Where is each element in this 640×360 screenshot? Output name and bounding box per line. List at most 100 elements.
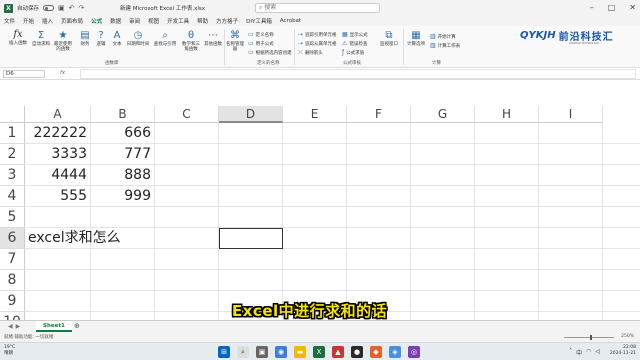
cell-b4[interactable]: 999 bbox=[91, 186, 151, 207]
start-icon[interactable]: ⊞ bbox=[218, 346, 230, 358]
calculate-now-button[interactable]: ▥ 开始计算 bbox=[430, 33, 456, 40]
sheet-nav-arrows-icon[interactable]: ◀▶ bbox=[8, 323, 23, 330]
error-checking-button[interactable]: ⚠ 错误检查 bbox=[342, 40, 367, 47]
redo-icon[interactable]: ↷ bbox=[79, 4, 85, 12]
show-formulas-button[interactable]: ▦ 显示公式 bbox=[342, 31, 368, 38]
name-manager-button[interactable]: ⌘ 名称管理器 bbox=[226, 30, 244, 52]
undo-icon[interactable]: ↶ bbox=[69, 4, 75, 12]
column-header-c[interactable]: C bbox=[155, 106, 219, 123]
row-header-1[interactable]: 1 bbox=[0, 123, 25, 144]
tab-file[interactable]: 文件 bbox=[4, 17, 15, 25]
date-time-button[interactable]: ◷ 日期和时间 bbox=[126, 30, 150, 47]
taskbar-clock[interactable]: 22:08 2024-11-21 bbox=[610, 345, 636, 357]
column-header-e[interactable]: E bbox=[283, 106, 347, 123]
save-icon[interactable]: ▣ bbox=[58, 4, 65, 12]
column-header-g[interactable]: G bbox=[411, 106, 475, 123]
excel-taskbar-icon[interactable]: X bbox=[313, 346, 325, 358]
zoom-slider-thumb[interactable] bbox=[590, 335, 592, 340]
select-all-corner[interactable] bbox=[0, 106, 25, 123]
app2-icon[interactable]: ◆ bbox=[370, 346, 382, 358]
add-sheet-icon[interactable]: ⊕ bbox=[74, 322, 80, 330]
column-header-d[interactable]: D bbox=[219, 106, 283, 123]
worksheet-grid[interactable]: ABCDEFGHI1234567891011222222666333377744… bbox=[0, 106, 640, 320]
tab-review[interactable]: 审阅 bbox=[129, 17, 140, 25]
lookup-reference-button[interactable]: ⌕ 查找与引用 bbox=[153, 30, 177, 47]
tab-view[interactable]: 视图 bbox=[148, 17, 159, 25]
remove-arrows-button[interactable]: ⤫ 删除箭头 bbox=[298, 49, 323, 57]
calculation-options-button[interactable]: ▦ 计算选项 bbox=[406, 30, 426, 47]
row-header-8[interactable]: 8 bbox=[0, 270, 25, 291]
tab-developer[interactable]: 开发工具 bbox=[167, 17, 189, 25]
minimize-icon[interactable]: – bbox=[590, 3, 594, 12]
row-header-10[interactable]: 10 bbox=[0, 312, 25, 320]
zoom-slider[interactable] bbox=[564, 337, 614, 338]
cell-a3[interactable]: 4444 bbox=[25, 165, 87, 186]
more-functions-button[interactable]: ⋯ 其他函数 bbox=[204, 30, 222, 47]
zoom-level[interactable]: 250% bbox=[621, 334, 634, 339]
system-tray[interactable]: ˄ 中 ◠ ◁ bbox=[569, 348, 600, 357]
row-header-9[interactable]: 9 bbox=[0, 291, 25, 312]
volume-icon[interactable]: ◁ bbox=[595, 348, 600, 357]
watch-window-button[interactable]: ⧉ 监视窗口 bbox=[378, 30, 400, 47]
app4-icon[interactable]: ◎ bbox=[408, 346, 420, 358]
row-header-7[interactable]: 7 bbox=[0, 249, 25, 270]
cell-a1[interactable]: 222222 bbox=[25, 123, 87, 144]
row-header-5[interactable]: 5 bbox=[0, 207, 25, 228]
row-header-6[interactable]: 6 bbox=[0, 228, 25, 249]
tab-insert[interactable]: 插入 bbox=[42, 17, 53, 25]
app-icon[interactable]: ▲ bbox=[332, 346, 344, 358]
define-name-button[interactable]: ▭ 定义名称 bbox=[248, 31, 274, 38]
search-box[interactable]: ⌕ 搜索 bbox=[255, 3, 380, 13]
tab-data[interactable]: 数据 bbox=[110, 17, 121, 25]
browser-icon[interactable]: ◉ bbox=[275, 346, 287, 358]
create-from-selection-button[interactable]: ▭ 根据所选内容创建 bbox=[248, 49, 292, 56]
column-header-f[interactable]: F bbox=[347, 106, 411, 123]
name-box[interactable]: D6 bbox=[3, 70, 45, 78]
task-view-icon[interactable]: ▣ bbox=[256, 346, 268, 358]
use-in-formula-button[interactable]: ▭ 用于公式 bbox=[248, 40, 274, 47]
autosum-button[interactable]: Σ 自动求和 bbox=[32, 30, 50, 47]
row-header-2[interactable]: 2 bbox=[0, 144, 25, 165]
trace-dependents-button[interactable]: ⇢ 追踪从属单元格 bbox=[298, 40, 337, 47]
cell-b2[interactable]: 777 bbox=[91, 144, 151, 165]
financial-button[interactable]: ▤ 财务 bbox=[78, 30, 92, 47]
tab-diy-toolbox[interactable]: DIY工具箱 bbox=[246, 17, 272, 25]
close-icon[interactable]: ✕ bbox=[629, 3, 636, 12]
column-header-a[interactable]: A bbox=[25, 106, 91, 123]
tab-page-layout[interactable]: 页面布局 bbox=[61, 17, 83, 25]
cell-a4[interactable]: 555 bbox=[25, 186, 87, 207]
cell-a6[interactable]: excel求和怎么 bbox=[28, 228, 121, 249]
logical-button[interactable]: ? 逻辑 bbox=[94, 30, 108, 47]
recent-functions-button[interactable]: ★ 最近使用的函数 bbox=[52, 30, 74, 52]
maximize-icon[interactable]: □ bbox=[608, 3, 616, 12]
language-indicator[interactable]: 中 bbox=[576, 348, 582, 357]
chevron-up-icon[interactable]: ˄ bbox=[569, 348, 572, 357]
formula-input[interactable] bbox=[80, 69, 636, 79]
taskbar-search-icon[interactable]: ⌕ bbox=[237, 346, 249, 358]
tab-home[interactable]: 开始 bbox=[23, 17, 34, 25]
tab-fangfang[interactable]: 方方格子 bbox=[216, 17, 238, 25]
evaluate-formula-button[interactable]: ƒ 公式求值 bbox=[342, 49, 364, 56]
row-header-3[interactable]: 3 bbox=[0, 165, 25, 186]
cell-a2[interactable]: 3333 bbox=[25, 144, 87, 165]
sheet-tab[interactable]: Sheet1 bbox=[36, 321, 72, 332]
wifi-icon[interactable]: ◠ bbox=[586, 348, 591, 357]
calculate-sheet-button[interactable]: ▥ 计算工作表 bbox=[430, 42, 460, 49]
column-header-b[interactable]: B bbox=[91, 106, 155, 123]
cell-b1[interactable]: 666 bbox=[91, 123, 151, 144]
row-header-4[interactable]: 4 bbox=[0, 186, 25, 207]
text-button[interactable]: A 文本 bbox=[110, 30, 124, 47]
insert-function-button[interactable]: fx 插入函数 bbox=[6, 29, 30, 46]
trace-precedents-button[interactable]: ⇢ 追踪引用单元格 bbox=[298, 31, 337, 38]
selected-cell-d6[interactable] bbox=[219, 228, 283, 249]
math-trig-button[interactable]: θ 数学和三角函数 bbox=[180, 30, 202, 52]
tab-formulas[interactable]: 公式 bbox=[91, 17, 103, 27]
fx-label[interactable]: fx bbox=[60, 70, 65, 76]
autosave-toggle[interactable] bbox=[43, 5, 55, 11]
column-header-i[interactable]: I bbox=[539, 106, 603, 123]
cell-b3[interactable]: 888 bbox=[91, 165, 151, 186]
tab-acrobat[interactable]: Acrobat bbox=[280, 18, 301, 24]
app3-icon[interactable]: ◈ bbox=[389, 346, 401, 358]
column-header-h[interactable]: H bbox=[475, 106, 539, 123]
tab-help[interactable]: 帮助 bbox=[197, 17, 208, 25]
